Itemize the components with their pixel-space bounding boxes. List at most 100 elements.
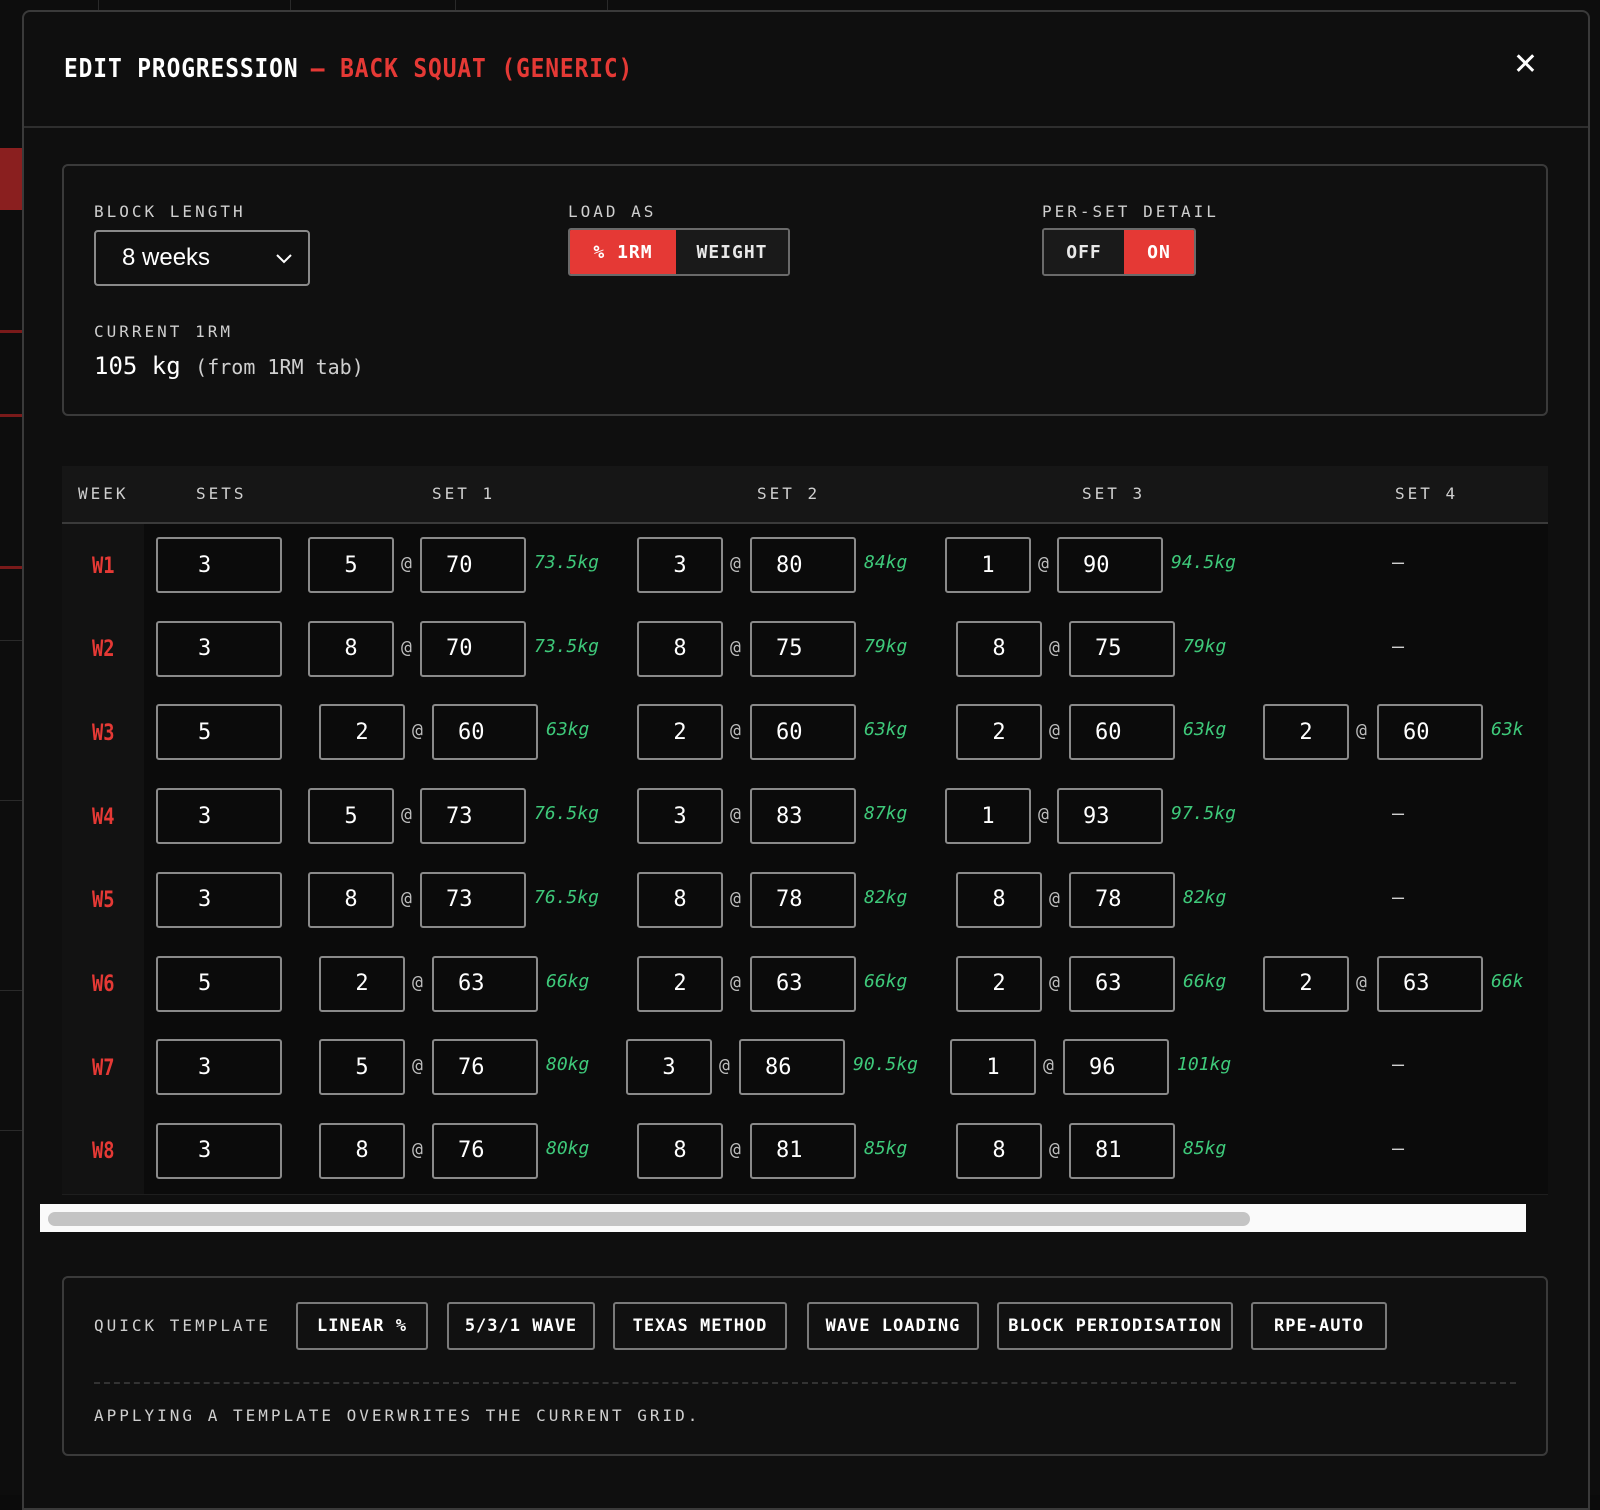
set1-calculated-weight: 76.5kg [534,803,600,825]
set2-reps-input[interactable]: 2 [637,955,723,1012]
sets-count-input[interactable]: 3 [156,1122,282,1179]
set1-percent-input[interactable]: 73 [420,871,526,928]
grid-horizontal-scrollbar[interactable] [40,1204,1526,1232]
set1-calculated-weight: 76.5kg [534,886,600,908]
sets-count-input[interactable]: 5 [156,955,282,1012]
set3-percent-input[interactable]: 78 [1069,871,1175,928]
set2-calculated-weight: 79kg [864,635,908,657]
set1-reps-input[interactable]: 2 [319,704,405,761]
template-texas-method-button[interactable]: TEXAS METHOD [613,1302,787,1350]
set1-percent-input[interactable]: 73 [420,788,526,845]
sets-count-input[interactable]: 5 [156,704,282,761]
set3-at-symbol: @ [1049,971,1060,993]
sets-count-input[interactable]: 3 [156,871,282,928]
close-icon[interactable]: ✕ [1513,50,1538,80]
template-block-periodisation-button[interactable]: BLOCK PERIODISATION [997,1302,1233,1350]
set3-at-symbol: @ [1038,553,1049,574]
per-set-off-option[interactable]: OFF [1044,230,1124,274]
set2-reps-input[interactable]: 2 [637,704,723,761]
set1-calculated-weight: 63kg [546,719,590,741]
set1-at-symbol: @ [401,636,412,658]
set3-reps-input[interactable]: 1 [950,1039,1036,1096]
set2-reps-input[interactable]: 8 [637,620,723,677]
set3-reps-input[interactable]: 1 [945,788,1031,845]
per-set-detail-label: PER-SET DETAIL [1042,202,1219,221]
set3-reps-input[interactable]: 2 [956,955,1042,1012]
set2-percent-input[interactable]: 78 [750,871,856,928]
template-531-wave-button[interactable]: 5/3/1 WAVE [447,1302,595,1350]
grid-row-week-8: W8 3 8 @76 80kg 8 @81 85kg 8 @81 85kg — [62,1109,1548,1195]
set3-reps-input[interactable]: 8 [956,1122,1042,1179]
set3-percent-input[interactable]: 75 [1069,620,1175,677]
set4-reps-input[interactable]: 2 [1263,955,1349,1012]
set1-reps-input[interactable]: 2 [319,955,405,1012]
set3-at-symbol: @ [1049,636,1060,658]
set1-percent-input[interactable]: 76 [432,1039,538,1096]
set2-reps-input[interactable]: 8 [637,1122,723,1179]
header-week: WEEK [78,484,129,503]
set4-percent-input[interactable]: 60 [1377,704,1483,761]
set2-percent-input[interactable]: 75 [750,620,856,677]
set3-reps-input[interactable]: 8 [956,620,1042,677]
set2-percent-input[interactable]: 83 [750,788,856,845]
set1-reps-input[interactable]: 8 [308,871,394,928]
block-length-select[interactable]: 8 weeks [94,230,310,286]
set1-percent-input[interactable]: 70 [420,620,526,677]
set3-percent-input[interactable]: 90 [1057,537,1163,593]
sets-count-input[interactable]: 3 [156,620,282,677]
set1-percent-input[interactable]: 63 [432,955,538,1012]
empty-set-placeholder: — [1392,1052,1405,1077]
set2-percent-input[interactable]: 80 [750,537,856,593]
set2-percent-input[interactable]: 60 [750,704,856,761]
set3-reps-input[interactable]: 2 [956,704,1042,761]
set3-percent-input[interactable]: 93 [1057,788,1163,845]
per-set-on-option[interactable]: ON [1124,230,1194,274]
set2-reps-input[interactable]: 3 [637,788,723,845]
load-as-toggle: % 1RM WEIGHT [568,228,790,276]
set2-reps-input[interactable]: 8 [637,871,723,928]
week-cell: W8 [62,1109,144,1194]
header-set-2: SET 2 [757,484,821,503]
template-linear-pct-button[interactable]: LINEAR % [296,1302,428,1350]
grid-row-week-1: W1 3 5 @70 73.5kg 3 @80 84kg 1 @90 94.5kg — [62,524,1548,609]
set1-reps-input[interactable]: 5 [308,537,394,593]
empty-set-placeholder: — [1392,633,1405,658]
set3-percent-input[interactable]: 60 [1069,704,1175,761]
set1-percent-input[interactable]: 60 [432,704,538,761]
bg-divider [0,640,22,641]
set3-percent-input[interactable]: 96 [1063,1039,1169,1096]
set1-percent-input[interactable]: 70 [420,537,526,593]
modal-title-text: EDIT PROGRESSION [64,54,299,84]
set4-percent-input[interactable]: 63 [1377,955,1483,1012]
set1-percent-input[interactable]: 76 [432,1122,538,1179]
set3-at-symbol: @ [1049,720,1060,742]
load-as-pct-1rm-option[interactable]: % 1RM [570,230,676,274]
template-rpe-auto-button[interactable]: RPE-AUTO [1251,1302,1387,1350]
week-label: W3 [91,720,115,746]
set3-percent-input[interactable]: 63 [1069,955,1175,1012]
set3-reps-input[interactable]: 8 [956,871,1042,928]
load-as-weight-option[interactable]: WEIGHT [676,230,788,274]
set2-percent-input[interactable]: 63 [750,955,856,1012]
set1-reps-input[interactable]: 8 [319,1122,405,1179]
sets-count-input[interactable]: 3 [156,537,282,593]
sets-count-input[interactable]: 3 [156,788,282,845]
set2-reps-input[interactable]: 3 [626,1039,712,1096]
set1-reps-input[interactable]: 5 [308,788,394,845]
set1-at-symbol: @ [401,804,412,826]
template-wave-loading-button[interactable]: WAVE LOADING [807,1302,979,1350]
set1-reps-input[interactable]: 8 [308,620,394,677]
set2-reps-input[interactable]: 3 [637,537,723,593]
set2-percent-input[interactable]: 81 [750,1122,856,1179]
sets-count-input[interactable]: 3 [156,1039,282,1096]
scrollbar-thumb[interactable] [48,1212,1250,1226]
set1-reps-input[interactable]: 5 [319,1039,405,1096]
set4-at-symbol: @ [1356,971,1367,993]
set3-reps-input[interactable]: 1 [945,537,1031,593]
modal-header: EDIT PROGRESSION — BACK SQUAT (GENERIC) ✕ [24,12,1588,128]
set4-reps-input[interactable]: 2 [1263,704,1349,761]
quick-template-panel: QUICK TEMPLATE LINEAR % 5/3/1 WAVE TEXAS… [62,1276,1548,1456]
set2-percent-input[interactable]: 86 [739,1039,845,1096]
set3-percent-input[interactable]: 81 [1069,1122,1175,1179]
modal-title: EDIT PROGRESSION — BACK SQUAT (GENERIC) [64,54,633,84]
